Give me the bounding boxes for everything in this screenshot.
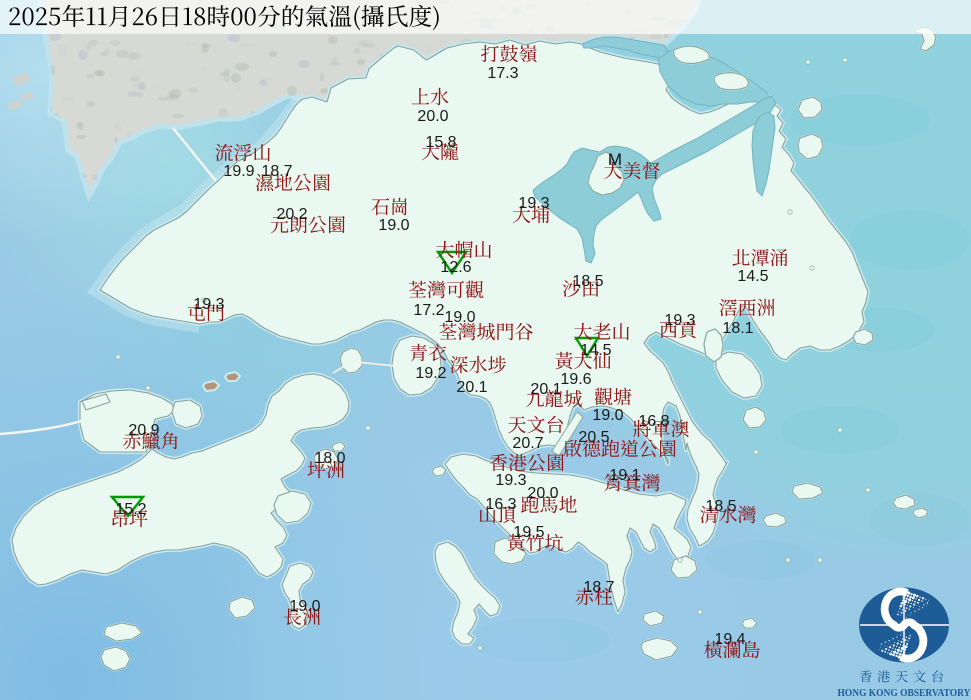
svg-text:12.6: 12.6	[440, 259, 471, 276]
svg-text:14.5: 14.5	[737, 268, 768, 285]
svg-text:19.3: 19.3	[495, 472, 526, 489]
svg-text:20.2: 20.2	[276, 206, 307, 223]
svg-text:20.5: 20.5	[578, 429, 609, 446]
svg-text:16.8: 16.8	[638, 413, 669, 430]
svg-text:19.3: 19.3	[193, 296, 224, 313]
svg-text:15.2: 15.2	[115, 501, 146, 518]
svg-text:19.4: 19.4	[714, 631, 745, 648]
svg-text:19.2: 19.2	[415, 365, 446, 382]
svg-text:17.3: 17.3	[487, 65, 518, 82]
svg-text:19.3: 19.3	[518, 195, 549, 212]
svg-text:20.7: 20.7	[512, 435, 543, 452]
svg-text:15.8: 15.8	[425, 134, 456, 151]
svg-text:19.0: 19.0	[444, 309, 475, 326]
svg-text:20.0: 20.0	[417, 108, 448, 125]
svg-text:18.5: 18.5	[705, 498, 736, 515]
svg-text:19.1: 19.1	[609, 467, 640, 484]
svg-text:19.6: 19.6	[560, 371, 591, 388]
svg-text:18.1: 18.1	[722, 320, 753, 337]
svg-text:HONG KONG OBSERVATORY: HONG KONG OBSERVATORY	[838, 687, 971, 699]
svg-text:M: M	[608, 150, 622, 169]
svg-text:20.0: 20.0	[527, 485, 558, 502]
svg-text:19.0: 19.0	[289, 598, 320, 615]
svg-text:19.0: 19.0	[378, 217, 409, 234]
svg-text:18.0: 18.0	[314, 450, 345, 467]
svg-text:19.3: 19.3	[664, 312, 695, 329]
svg-text:18.7: 18.7	[583, 579, 614, 596]
svg-text:19.9: 19.9	[223, 163, 254, 180]
svg-text:16.3: 16.3	[485, 496, 516, 513]
svg-text:20.1: 20.1	[456, 379, 487, 396]
svg-text:18.7: 18.7	[261, 163, 292, 180]
svg-text:20.1: 20.1	[530, 381, 561, 398]
svg-text:18.5: 18.5	[572, 273, 603, 290]
svg-text:20.9: 20.9	[128, 422, 159, 439]
svg-text:17.2: 17.2	[413, 302, 444, 319]
svg-text:19.5: 19.5	[513, 524, 544, 541]
svg-text:19.0: 19.0	[592, 407, 623, 424]
